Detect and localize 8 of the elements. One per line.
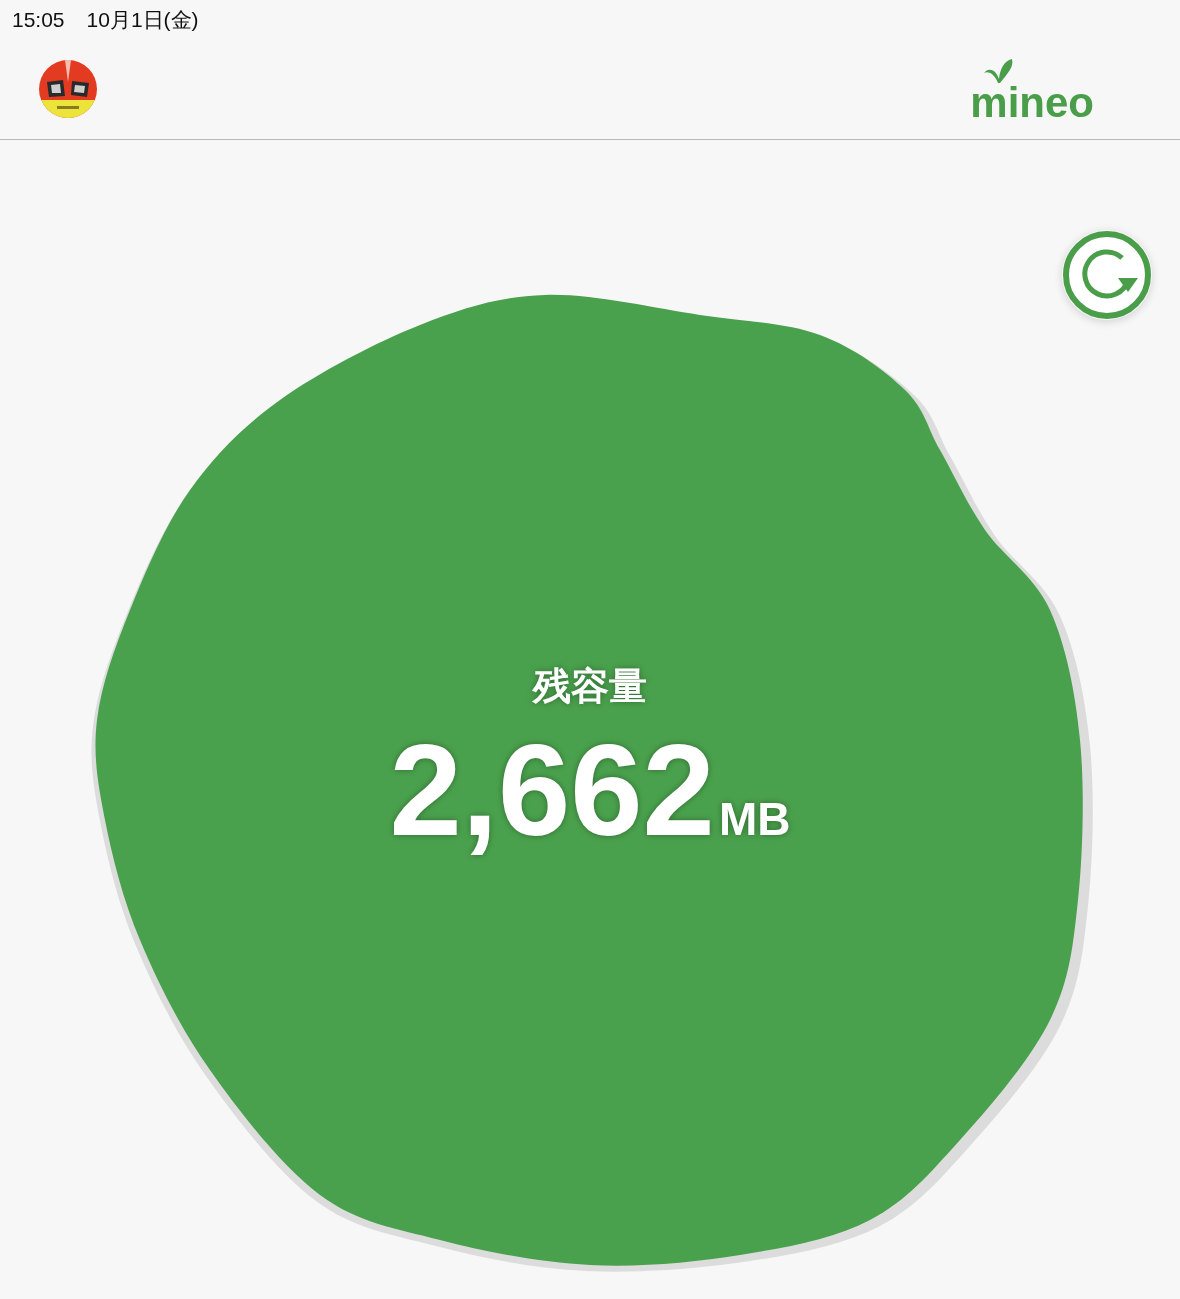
unit-label: MB (718, 792, 791, 846)
status-time: 15:05 (12, 8, 65, 32)
status-date: 10月1日(金) (86, 7, 199, 33)
remaining-label: 残容量 (533, 664, 647, 709)
remaining-amount: 2,662 (389, 716, 715, 865)
mineo-logo: mineo (970, 58, 1094, 129)
refresh-icon (1062, 230, 1152, 320)
refresh-button[interactable] (1062, 230, 1152, 320)
